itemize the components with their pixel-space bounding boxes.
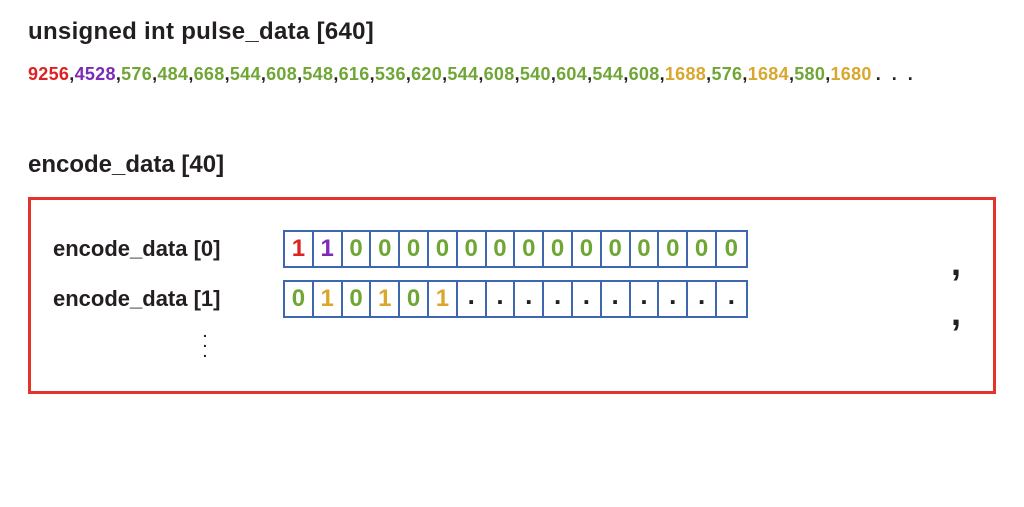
pulse-value: 604 bbox=[556, 64, 587, 84]
bit-cell: . bbox=[458, 282, 487, 316]
bit-cell: 0 bbox=[458, 232, 487, 266]
bit-cell: 0 bbox=[400, 282, 429, 316]
bit-cell: . bbox=[602, 282, 631, 316]
pulse-value: 576 bbox=[711, 64, 742, 84]
bit-cell: 0 bbox=[602, 232, 631, 266]
vertical-ellipsis: . . . bbox=[203, 328, 971, 357]
pulse-value: 1688 bbox=[665, 64, 706, 84]
bit-cell: 0 bbox=[343, 282, 372, 316]
row-comma: , bbox=[951, 292, 961, 334]
bit-cell: . bbox=[659, 282, 688, 316]
pulse-value: 580 bbox=[794, 64, 825, 84]
pulse-value: 484 bbox=[157, 64, 188, 84]
encode-row-label: encode_data [1] bbox=[53, 286, 283, 312]
bit-cell: . bbox=[573, 282, 602, 316]
bit-cell: 0 bbox=[544, 232, 573, 266]
encode-row-label: encode_data [0] bbox=[53, 236, 283, 262]
pulse-value: 608 bbox=[484, 64, 515, 84]
pulse-value: 1680 bbox=[831, 64, 872, 84]
bit-cell: . bbox=[487, 282, 516, 316]
pulse-value: 616 bbox=[339, 64, 370, 84]
bit-cell: 0 bbox=[429, 232, 458, 266]
pulse-value: 544 bbox=[592, 64, 623, 84]
pulse-value: 540 bbox=[520, 64, 551, 84]
encode-row: encode_data [0]1100000000000000, bbox=[53, 228, 971, 270]
bit-grid: 010101.......... bbox=[283, 280, 748, 318]
pulse-value: 544 bbox=[447, 64, 478, 84]
pulse-value: 548 bbox=[302, 64, 333, 84]
pulse-value: 620 bbox=[411, 64, 442, 84]
pulse-data-sequence: 9256,4528,576,484,668,544,608,548,616,53… bbox=[28, 64, 996, 85]
bit-cell: . bbox=[544, 282, 573, 316]
pulse-value: 608 bbox=[629, 64, 660, 84]
bit-cell: 0 bbox=[285, 282, 314, 316]
bit-cell: 0 bbox=[688, 232, 717, 266]
bit-cell: 1 bbox=[429, 282, 458, 316]
pulse-value: 668 bbox=[194, 64, 225, 84]
encode-data-box: encode_data [0]1100000000000000,encode_d… bbox=[28, 197, 996, 394]
bit-cell: . bbox=[631, 282, 660, 316]
pulse-value: 544 bbox=[230, 64, 261, 84]
pulse-value: 4528 bbox=[75, 64, 116, 84]
pulse-value: 536 bbox=[375, 64, 406, 84]
bit-cell: 1 bbox=[285, 232, 314, 266]
bit-cell: 0 bbox=[371, 232, 400, 266]
pulse-value: 1684 bbox=[748, 64, 789, 84]
bit-cell: 0 bbox=[343, 232, 372, 266]
bit-cell: 0 bbox=[659, 232, 688, 266]
bit-cell: 1 bbox=[314, 232, 343, 266]
pulse-value: 608 bbox=[266, 64, 297, 84]
bit-cell: . bbox=[688, 282, 717, 316]
bit-cell: 1 bbox=[371, 282, 400, 316]
bit-grid: 1100000000000000 bbox=[283, 230, 748, 268]
bit-cell: . bbox=[717, 282, 746, 316]
bit-cell: 0 bbox=[400, 232, 429, 266]
pulse-value: 9256 bbox=[28, 64, 69, 84]
bit-cell: 0 bbox=[487, 232, 516, 266]
bit-cell: 0 bbox=[631, 232, 660, 266]
trailing-ellipsis: . . . bbox=[872, 64, 916, 84]
bit-cell: 0 bbox=[717, 232, 746, 266]
bit-cell: 0 bbox=[573, 232, 602, 266]
pulse-value: 576 bbox=[121, 64, 152, 84]
bit-cell: . bbox=[515, 282, 544, 316]
encode-row: encode_data [1]010101.........., bbox=[53, 278, 971, 320]
row-comma: , bbox=[951, 242, 961, 284]
encode-array-heading: encode_data [40] bbox=[28, 151, 996, 179]
pulse-array-heading: unsigned int pulse_data [640] bbox=[28, 18, 996, 46]
bit-cell: 0 bbox=[515, 232, 544, 266]
bit-cell: 1 bbox=[314, 282, 343, 316]
